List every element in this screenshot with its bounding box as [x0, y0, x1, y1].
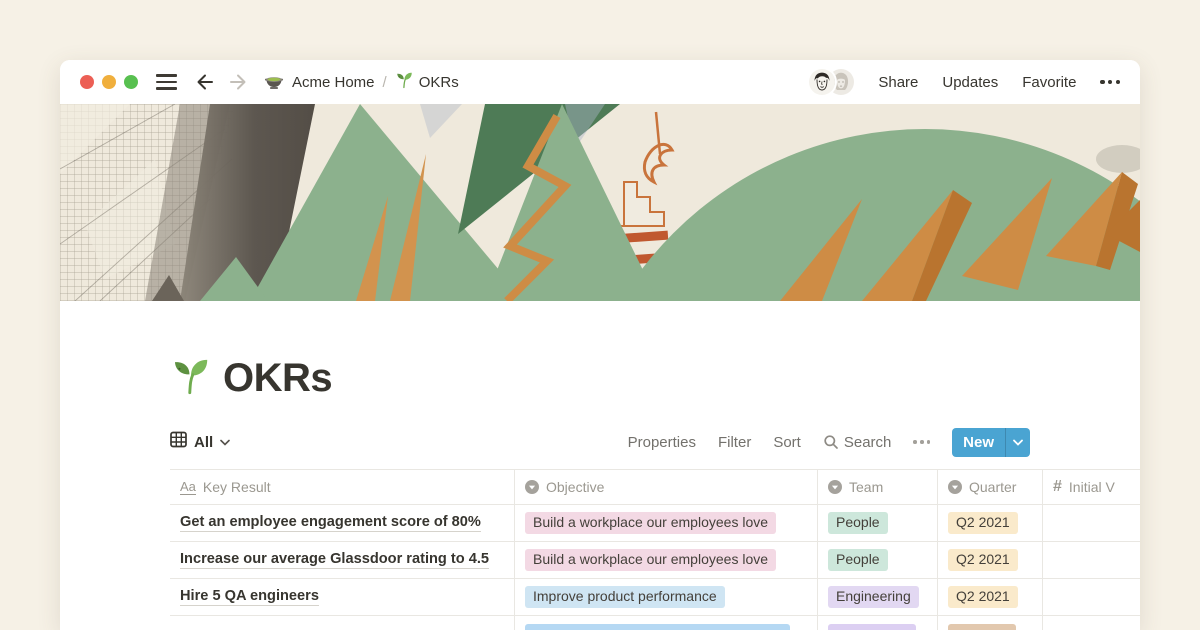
column-header-quarter[interactable]: Quarter [938, 470, 1043, 504]
team-cell[interactable] [818, 616, 938, 630]
filter-button[interactable]: Filter [718, 434, 751, 451]
collaborator-avatars [809, 69, 854, 95]
close-window-button[interactable] [80, 75, 94, 89]
quarter-tag: Q2 2021 [948, 586, 1018, 608]
select-property-icon [948, 480, 962, 494]
objective-tag: Improve product performance [525, 586, 725, 608]
team-tag: People [828, 512, 888, 534]
breadcrumb-separator: / [383, 74, 387, 91]
table-row[interactable]: Get an employee engagement score of 80% … [170, 505, 1140, 542]
objective-cell[interactable]: Build a workplace our employees love [515, 505, 818, 541]
quarter-tag [948, 624, 1016, 630]
notion-window: Acme Home / OKRs [60, 60, 1140, 630]
pot-icon [264, 70, 284, 94]
forward-icon[interactable] [226, 70, 250, 94]
team-tag: Engineering [828, 586, 919, 608]
team-cell[interactable]: Engineering [818, 579, 938, 615]
key-result-cell[interactable]: Hire 5 QA engineers [170, 579, 515, 615]
seedling-icon [395, 71, 413, 93]
zoom-window-button[interactable] [124, 75, 138, 89]
share-button[interactable]: Share [878, 74, 918, 91]
select-property-icon [828, 480, 842, 494]
key-result-cell[interactable]: Get an employee engagement score of 80% [170, 505, 515, 541]
avatar[interactable] [809, 69, 835, 95]
new-button-caret[interactable] [1005, 428, 1030, 457]
sort-button[interactable]: Sort [773, 434, 801, 451]
breadcrumb: Acme Home / OKRs [264, 70, 459, 94]
favorite-button[interactable]: Favorite [1022, 74, 1076, 91]
table-header-row: Aa Key Result Objective Team Quarter # I… [170, 469, 1140, 505]
cover-illustration[interactable] [60, 104, 1140, 301]
view-switcher[interactable]: All [170, 431, 230, 453]
initial-value-cell[interactable] [1043, 616, 1140, 630]
breadcrumb-page[interactable]: OKRs [395, 71, 459, 93]
team-tag [828, 624, 916, 630]
column-header-team[interactable]: Team [818, 470, 938, 504]
properties-button[interactable]: Properties [628, 434, 696, 451]
table-row[interactable]: Hire 5 QA engineers Improve product perf… [170, 579, 1140, 616]
objective-cell[interactable] [515, 616, 818, 630]
table-view-icon [170, 431, 187, 453]
key-result-cell[interactable]: Increase our average Glassdoor rating to… [170, 542, 515, 578]
traffic-lights [80, 75, 138, 89]
database-toolbar: All Properties Filter Sort Search New [170, 426, 1030, 458]
team-tag: People [828, 549, 888, 571]
initial-value-cell[interactable] [1043, 579, 1140, 615]
view-options-icon[interactable] [913, 440, 930, 444]
view-name: All [194, 434, 213, 451]
objective-cell[interactable]: Build a workplace our employees love [515, 542, 818, 578]
quarter-cell[interactable]: Q2 2021 [938, 579, 1043, 615]
objective-tag: Build a workplace our employees love [525, 549, 776, 571]
quarter-cell[interactable]: Q2 2021 [938, 505, 1043, 541]
quarter-tag: Q2 2021 [948, 512, 1018, 534]
text-property-icon: Aa [180, 480, 196, 495]
table-row[interactable]: Increase our average Glassdoor rating to… [170, 542, 1140, 579]
quarter-cell[interactable]: Q2 2021 [938, 542, 1043, 578]
objective-cell[interactable]: Improve product performance [515, 579, 818, 615]
objective-tag: Build a workplace our employees love [525, 512, 776, 534]
team-cell[interactable]: People [818, 542, 938, 578]
team-cell[interactable]: People [818, 505, 938, 541]
table-row[interactable] [170, 616, 1140, 630]
search-icon [823, 434, 839, 450]
chevron-down-icon [220, 439, 230, 446]
page-icon-seedling[interactable] [170, 356, 210, 401]
okr-table: Aa Key Result Objective Team Quarter # I… [170, 469, 1140, 630]
breadcrumb-home[interactable]: Acme Home [292, 74, 375, 91]
quarter-tag: Q2 2021 [948, 549, 1018, 571]
more-options-icon[interactable] [1100, 80, 1120, 84]
key-result-cell[interactable] [170, 616, 515, 630]
column-header-objective[interactable]: Objective [515, 470, 818, 504]
updates-button[interactable]: Updates [942, 74, 998, 91]
initial-value-cell[interactable] [1043, 505, 1140, 541]
column-header-initial-value[interactable]: # Initial V [1043, 470, 1140, 504]
new-button[interactable]: New [952, 428, 1030, 457]
number-property-icon: # [1053, 478, 1062, 496]
back-icon[interactable] [193, 70, 217, 94]
page-title: OKRs [223, 356, 332, 401]
quarter-cell[interactable] [938, 616, 1043, 630]
window-chrome: Acme Home / OKRs [60, 60, 1140, 104]
sidebar-menu-icon[interactable] [156, 74, 177, 89]
select-property-icon [525, 480, 539, 494]
search-button[interactable]: Search [823, 434, 892, 451]
initial-value-cell[interactable] [1043, 542, 1140, 578]
objective-tag [525, 624, 790, 630]
minimize-window-button[interactable] [102, 75, 116, 89]
column-header-key-result[interactable]: Aa Key Result [170, 470, 515, 504]
